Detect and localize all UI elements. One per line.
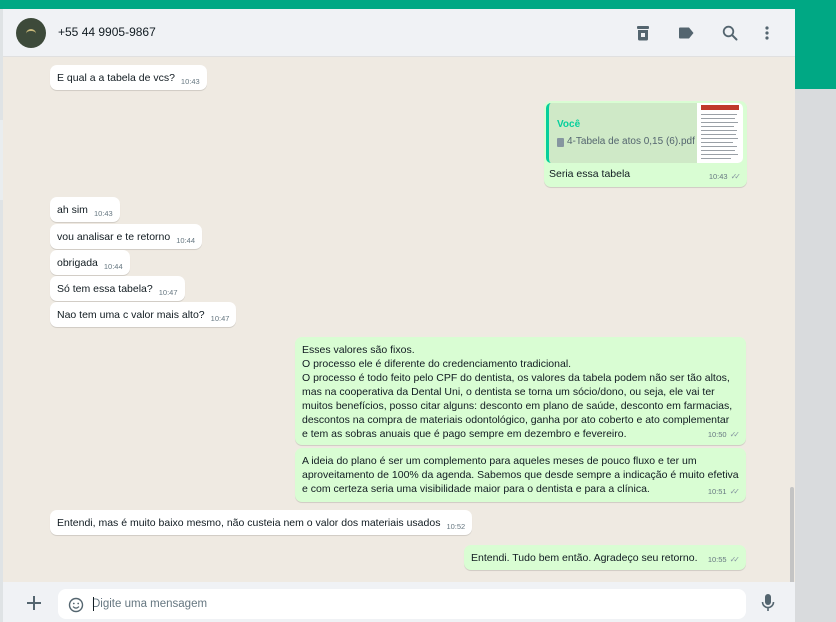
message-bubble-in[interactable]: ah sim 10:43 (50, 197, 120, 222)
message-bubble-in[interactable]: Entendi, mas é muito baixo mesmo, não cu… (50, 510, 473, 535)
message-bubble-in[interactable]: obrigada 10:44 (50, 250, 130, 275)
message-bubble-in[interactable]: Só tem essa tabela? 10:47 (50, 276, 185, 301)
quoted-file: 4-Tabela de atos 0,15 (6).pdf (557, 135, 695, 149)
message-line: e com certeza seria uma visibilidade mai… (302, 483, 650, 495)
message-line: aproveitamento de 100% da agenda. Sabemo… (302, 469, 739, 481)
message-line: A ideia do plano é ser um complemento pa… (302, 455, 697, 467)
quoted-message[interactable]: Você 4-Tabela de atos 0,15 (6).pdf (546, 103, 743, 163)
menu-icon[interactable] (757, 23, 777, 43)
microphone-icon[interactable] (758, 592, 778, 614)
quoted-file-name: 4-Tabela de atos 0,15 (6).pdf (567, 136, 695, 147)
message-line: muitos benefícios, posso citar alguns: d… (302, 400, 733, 412)
message-time: 10:44 (176, 236, 196, 245)
contact-name[interactable]: +55 44 9905-9867 (58, 25, 156, 39)
chat-window: +55 44 9905-9867 E qual a a tabela de vc… (3, 9, 795, 622)
compose-bar (3, 582, 795, 622)
contact-avatar[interactable] (16, 18, 46, 48)
double-check-icon: ✓✓ (730, 172, 742, 181)
message-text: Seria essa tabela (549, 168, 631, 180)
message-line: mas na cooperativa da Dental Uni, o dent… (302, 386, 715, 398)
background-side-panel (795, 89, 836, 622)
text-caret (93, 597, 94, 611)
message-list: E qual a a tabela de vcs? 10:43 Você 4-Ta… (3, 57, 795, 622)
search-icon[interactable] (720, 23, 740, 43)
double-check-icon: ✓✓ (729, 430, 741, 439)
message-time: 10:47 (210, 314, 230, 323)
message-text: E qual a a tabela de vcs? (57, 72, 175, 84)
message-line: descontos na compra de materiais odontol… (302, 414, 730, 426)
document-icon (557, 137, 564, 147)
message-text: vou analisar e te retorno (57, 231, 171, 243)
message-time: 10:43 (180, 77, 200, 86)
message-line: Esses valores são fixos. (302, 344, 415, 356)
message-bubble-out[interactable]: Esses valores são fixos. O processo ele … (295, 337, 746, 445)
double-check-icon: ✓✓ (729, 555, 741, 564)
double-check-icon: ✓✓ (729, 487, 741, 496)
message-line: e tem as sobras anuais que é pago sempre… (302, 428, 627, 440)
message-text: Só tem essa tabela? (57, 283, 153, 295)
message-text: obrigada (57, 257, 98, 269)
message-bubble-in[interactable]: E qual a a tabela de vcs? 10:43 (50, 65, 207, 90)
message-time: 10:43 (708, 172, 728, 181)
message-time: 10:47 (158, 288, 178, 297)
message-input[interactable] (92, 589, 732, 619)
attach-plus-icon[interactable] (23, 592, 45, 614)
message-text: Entendi. Tudo bem então. Agradeço seu re… (471, 552, 698, 564)
message-bubble-out[interactable]: Entendi. Tudo bem então. Agradeço seu re… (464, 545, 746, 570)
app-top-strip (0, 0, 836, 9)
message-bubble-in[interactable]: Nao tem uma c valor mais alto? 10:47 (50, 302, 237, 327)
thumbnail-header (701, 105, 739, 110)
message-line: O processo é todo feito pelo CPF do dent… (302, 372, 730, 384)
message-input-box[interactable] (58, 589, 746, 619)
document-thumbnail (697, 103, 743, 163)
background-accent-panel (795, 9, 836, 89)
message-bubble-in[interactable]: vou analisar e te retorno 10:44 (50, 224, 203, 249)
message-bubble-out[interactable]: A ideia do plano é ser um complemento pa… (295, 448, 746, 502)
message-time: 10:44 (103, 262, 123, 271)
chat-header: +55 44 9905-9867 (3, 9, 795, 57)
label-icon[interactable] (676, 23, 696, 43)
message-text: Nao tem uma c valor mais alto? (57, 309, 205, 321)
message-text: Entendi, mas é muito baixo mesmo, não cu… (57, 517, 441, 529)
message-text: ah sim (57, 204, 88, 216)
message-bubble-out[interactable]: Você 4-Tabela de atos 0,15 (6).pdf Seria… (544, 101, 747, 187)
message-time: 10:50 (707, 430, 727, 439)
quoted-author: Você (557, 119, 581, 130)
emoji-icon[interactable] (68, 597, 84, 613)
message-time: 10:52 (446, 522, 466, 531)
archive-icon[interactable] (633, 23, 653, 43)
message-time: 10:55 (707, 555, 727, 564)
message-line: O processo ele é diferente do credenciam… (302, 358, 572, 370)
message-time: 10:43 (93, 209, 113, 218)
message-time: 10:51 (707, 487, 727, 496)
